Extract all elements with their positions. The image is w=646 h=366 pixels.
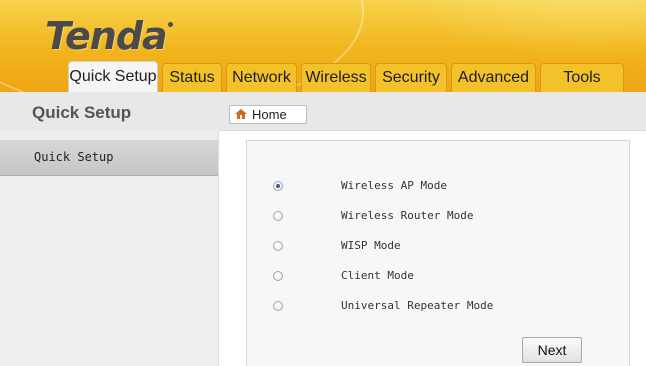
mode-selection-panel: Wireless AP Mode Wireless Router Mode WI… (246, 140, 630, 366)
mode-option-wisp: WISP Mode (247, 237, 627, 257)
next-button[interactable]: Next (522, 337, 582, 363)
mode-option-wireless-ap: Wireless AP Mode (247, 177, 627, 197)
mode-option-label: Universal Repeater Mode (341, 299, 494, 312)
tab-advanced[interactable]: Advanced (451, 63, 536, 92)
banner-glow (380, 0, 646, 60)
wisp-mode-radio[interactable] (273, 241, 283, 251)
mode-option-label: Wireless AP Mode (341, 179, 447, 192)
wireless-ap-mode-radio[interactable] (273, 181, 283, 191)
sidebar-item-quick-setup[interactable]: Quick Setup (0, 140, 218, 176)
home-button-label: Home (252, 107, 287, 122)
universal-repeater-mode-radio[interactable] (273, 301, 283, 311)
home-button[interactable]: Home (229, 105, 307, 124)
mode-option-wireless-router: Wireless Router Mode (247, 207, 627, 227)
client-mode-radio[interactable] (273, 271, 283, 281)
top-banner: Tenda Quick Setup Status Network Wireles… (0, 0, 646, 92)
tab-network[interactable]: Network (226, 63, 297, 92)
tab-quick-setup[interactable]: Quick Setup (68, 61, 158, 92)
tab-security[interactable]: Security (375, 63, 447, 92)
mode-option-client: Client Mode (247, 267, 627, 287)
mode-option-universal-repeater: Universal Repeater Mode (247, 297, 627, 317)
mode-option-label: Client Mode (341, 269, 414, 282)
registered-mark-icon (168, 22, 173, 27)
home-icon (235, 109, 247, 119)
tab-wireless[interactable]: Wireless (301, 63, 371, 92)
mode-option-label: WISP Mode (341, 239, 401, 252)
mode-option-label: Wireless Router Mode (341, 209, 474, 222)
tab-status[interactable]: Status (162, 63, 222, 92)
wireless-router-mode-radio[interactable] (273, 211, 283, 221)
brand-logo: Tenda (45, 14, 168, 58)
tab-tools[interactable]: Tools (540, 63, 624, 92)
page-title: Quick Setup (32, 103, 132, 122)
